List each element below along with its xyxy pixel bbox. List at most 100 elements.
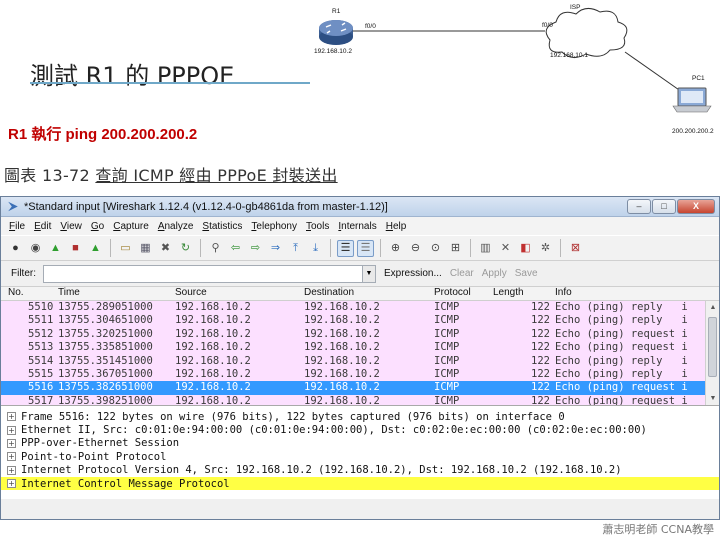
last-packet-icon[interactable]: ⤓: [307, 240, 324, 257]
column-header[interactable]: Info: [555, 287, 572, 298]
packet-row[interactable]: 5513 13755.335851000 192.168.10.2 192.168.1…: [1, 341, 719, 355]
menu-telephony[interactable]: Telephony: [251, 221, 297, 232]
apply-button[interactable]: Apply: [482, 268, 507, 279]
menu-file[interactable]: File: [9, 221, 25, 232]
minimize-button[interactable]: –: [627, 199, 651, 214]
toolbar-separator: [200, 239, 201, 257]
restart-capture-icon[interactable]: ▲: [87, 240, 104, 257]
expand-icon[interactable]: +: [7, 438, 16, 448]
menu-tools[interactable]: Tools: [306, 221, 329, 232]
colorize-icon[interactable]: ☰: [337, 239, 354, 257]
expand-icon[interactable]: +: [7, 479, 16, 489]
packet-row[interactable]: 5512 13755.320251000 192.168.10.2 192.168.1…: [1, 327, 719, 342]
column-header[interactable]: Protocol: [434, 287, 471, 298]
packet-info: Echo (ping) request i: [555, 394, 688, 406]
column-header[interactable]: Length: [493, 287, 524, 298]
open-file-icon[interactable]: ▭: [117, 240, 134, 257]
window-titlebar[interactable]: *Standard input [Wireshark 1.12.4 (v1.12…: [1, 197, 719, 217]
menu-edit[interactable]: Edit: [34, 221, 51, 232]
column-header[interactable]: No.: [8, 287, 24, 298]
maximize-button[interactable]: □: [652, 199, 676, 214]
detail-tree-item[interactable]: + Point-to-Point Protocol: [1, 450, 719, 463]
r1-interface-label: f0/0: [365, 23, 376, 30]
menu-capture[interactable]: Capture: [113, 221, 149, 232]
menu-view[interactable]: View: [60, 221, 82, 232]
resize-columns-icon[interactable]: ⊞: [447, 240, 464, 257]
options-icon[interactable]: ◉: [27, 240, 44, 257]
toolbar-separator: [560, 239, 561, 257]
zoom-normal-icon[interactable]: ⊙: [427, 240, 444, 257]
coloring-rules-icon[interactable]: ◧: [517, 240, 534, 257]
detail-tree-item[interactable]: + Ethernet II, Src: c0:01:0e:94:00:00 (c0…: [1, 423, 719, 436]
packet-info: Echo (ping) request i: [555, 327, 688, 340]
start-capture-icon[interactable]: ▲: [47, 240, 64, 257]
help-icon[interactable]: ⊠: [567, 240, 584, 257]
packet-list-scrollbar[interactable]: ▲ ▼: [705, 301, 719, 405]
packet-no: 5512: [28, 327, 54, 340]
title-underline: [30, 82, 310, 84]
menu-internals[interactable]: Internals: [338, 221, 376, 232]
packet-dst: 192.168.10.2: [304, 327, 380, 340]
packet-src: 192.168.10.2: [175, 381, 251, 394]
packet-dst: 192.168.10.2: [304, 301, 380, 313]
scroll-up-icon[interactable]: ▲: [706, 301, 719, 315]
detail-tree-item[interactable]: + PPP-over-Ethernet Session: [1, 437, 719, 450]
display-filter-input[interactable]: [43, 264, 363, 283]
r1-ip-label: 192.168.10.2: [314, 48, 352, 55]
packet-time: 13755.398251000: [58, 394, 153, 406]
zoom-out-icon[interactable]: ⊖: [407, 240, 424, 257]
menu-go[interactable]: Go: [91, 221, 104, 232]
save-filter-button[interactable]: Save: [515, 268, 538, 279]
packet-row[interactable]: 5514 13755.351451000 192.168.10.2 192.168.1…: [1, 354, 719, 368]
menu-analyze[interactable]: Analyze: [158, 221, 194, 232]
packet-len: 122: [531, 381, 550, 394]
packet-row[interactable]: 5511 13755.304651000 192.168.10.2 192.168.1…: [1, 314, 719, 328]
column-header[interactable]: Time: [58, 287, 80, 298]
stop-capture-icon[interactable]: ■: [67, 240, 84, 257]
expand-icon[interactable]: +: [7, 465, 16, 475]
go-back-icon[interactable]: ⇦: [227, 240, 244, 257]
column-header[interactable]: Source: [175, 287, 207, 298]
expand-icon[interactable]: +: [7, 425, 16, 435]
packet-row[interactable]: 5510 13755.289051000 192.168.10.2 192.168.1…: [1, 301, 719, 315]
capture-filters-icon[interactable]: ▥: [477, 240, 494, 257]
display-filters-icon[interactable]: ✕: [497, 240, 514, 257]
preferences-icon[interactable]: ✲: [537, 240, 554, 257]
packet-src: 192.168.10.2: [175, 327, 251, 340]
autoscroll-icon[interactable]: ☰: [357, 239, 374, 257]
packet-info: Echo (ping) request i: [555, 341, 688, 354]
packet-row[interactable]: 5517 13755.398251000 192.168.10.2 192.168.1…: [1, 394, 719, 406]
detail-tree-item[interactable]: + Internet Protocol Version 4, Src: 192.1…: [1, 464, 719, 477]
packet-info: Echo (ping) reply i: [555, 314, 688, 327]
expand-icon[interactable]: +: [7, 452, 16, 462]
zoom-in-icon[interactable]: ⊕: [387, 240, 404, 257]
toolbar-separator: [470, 239, 471, 257]
find-packet-icon[interactable]: ⚲: [207, 240, 224, 257]
reload-icon[interactable]: ↻: [177, 240, 194, 257]
interfaces-icon[interactable]: ●: [7, 240, 24, 257]
menu-statistics[interactable]: Statistics: [202, 221, 242, 232]
expand-icon[interactable]: +: [7, 412, 16, 422]
packet-row[interactable]: 5516 13755.382651000 192.168.10.2 192.168.1…: [1, 381, 719, 395]
go-forward-icon[interactable]: ⇨: [247, 240, 264, 257]
menu-help[interactable]: Help: [386, 221, 407, 232]
packet-len: 122: [531, 301, 550, 313]
save-file-icon[interactable]: ▦: [137, 240, 154, 257]
detail-tree-item[interactable]: + Internet Control Message Protocol: [1, 476, 719, 491]
close-button[interactable]: X: [677, 199, 715, 214]
close-file-icon[interactable]: ✖: [157, 240, 174, 257]
go-to-packet-icon[interactable]: ⇒: [267, 240, 284, 257]
packet-time: 13755.382651000: [58, 381, 153, 394]
detail-tree-item[interactable]: + Frame 5516: 122 bytes on wire (976 bits…: [1, 410, 719, 423]
filter-dropdown-icon[interactable]: ▼: [363, 264, 376, 283]
clear-button[interactable]: Clear: [450, 268, 474, 279]
first-packet-icon[interactable]: ⤒: [287, 240, 304, 257]
window-title: *Standard input [Wireshark 1.12.4 (v1.12…: [24, 200, 388, 213]
expression-button[interactable]: Expression...: [384, 268, 442, 279]
detail-text: Ethernet II, Src: c0:01:0e:94:00:00 (c0:…: [21, 424, 647, 437]
packet-row[interactable]: 5515 13755.367051000 192.168.10.2 192.168.1…: [1, 367, 719, 382]
scrollbar-thumb[interactable]: [708, 317, 717, 377]
pc-icon: [672, 87, 712, 113]
column-header[interactable]: Destination: [304, 287, 354, 298]
scroll-down-icon[interactable]: ▼: [706, 392, 719, 405]
